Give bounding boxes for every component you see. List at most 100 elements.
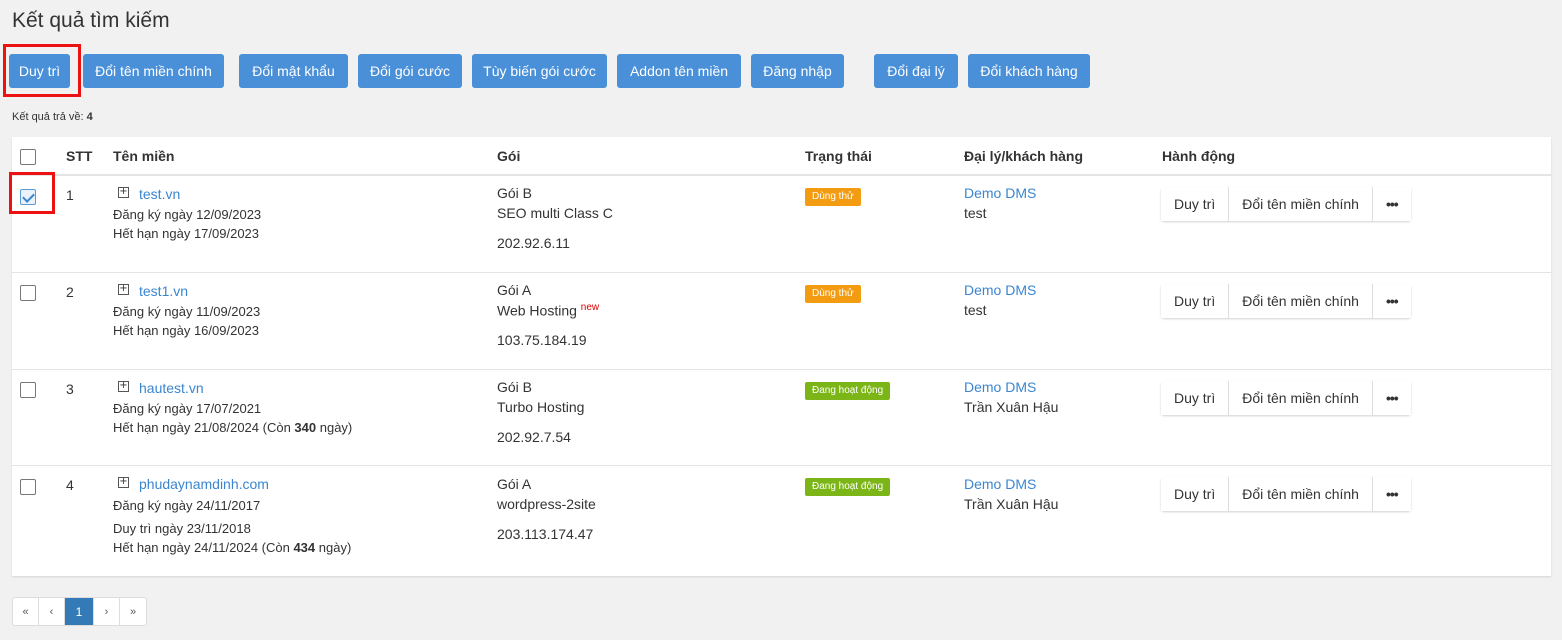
status-badge: Dùng thử: [805, 188, 861, 206]
change-agent-button[interactable]: Đổi đại lý: [874, 54, 958, 88]
package-name: Gói A: [497, 282, 532, 298]
header-status: Trạng thái: [805, 148, 872, 164]
header-actions: Hành động: [1162, 148, 1236, 164]
registered-date: Đăng ký ngày 11/09/2023: [113, 304, 261, 319]
agent-link[interactable]: Demo DMS: [964, 185, 1036, 201]
result-count-label: Kết quả trả về:: [12, 111, 84, 123]
plan-label: SEO multi Class C: [497, 205, 613, 221]
table-row: 3 + hautest.vn Đăng ký ngày 17/07/2021 H…: [12, 370, 1551, 466]
agent-link[interactable]: Demo DMS: [964, 476, 1036, 492]
expiry-label: Hết hạn ngày 21/08/2024 (Còn: [113, 420, 295, 435]
row-renew-button[interactable]: Duy trì: [1161, 477, 1230, 511]
customer-name: test: [964, 302, 987, 318]
change-main-domain-button[interactable]: Đổi tên miền chính: [83, 54, 224, 88]
change-customer-button[interactable]: Đổi khách hàng: [968, 54, 1090, 88]
row-checkbox[interactable]: [20, 479, 36, 495]
header-domain: Tên miền: [113, 148, 175, 164]
customer-name: Trần Xuân Hậu: [964, 496, 1059, 512]
expand-icon[interactable]: +: [118, 477, 129, 488]
table-header: STT Tên miền Gói Trạng thái Đại lý/khách…: [12, 137, 1551, 176]
ip-address: 202.92.7.54: [497, 429, 571, 445]
table-row: 1 + test.vn Đăng ký ngày 12/09/2023 Hết …: [12, 176, 1551, 273]
row-actions: Duy trì Đổi tên miền chính •••: [1161, 477, 1411, 511]
plan-name: Turbo Hosting: [497, 399, 584, 415]
row-actions: Duy trì Đổi tên miền chính •••: [1161, 381, 1411, 415]
ip-address: 103.75.184.19: [497, 332, 587, 348]
registered-date: Đăng ký ngày 17/07/2021: [113, 401, 262, 416]
agent-link[interactable]: Demo DMS: [964, 379, 1036, 395]
package-name: Gói B: [497, 379, 533, 395]
new-badge: new: [580, 302, 600, 313]
expiry-date: Hết hạn ngày 21/08/2024 (Còn 340 ngày): [113, 420, 352, 435]
plan-name: Web Hosting new: [497, 302, 599, 319]
renew-button[interactable]: Duy trì: [9, 54, 70, 88]
row-change-domain-button[interactable]: Đổi tên miền chính: [1229, 477, 1373, 511]
row-stt: 3: [66, 381, 74, 397]
status-badge: Dùng thử: [805, 285, 861, 303]
expiry-date: Hết hạn ngày 16/09/2023: [113, 323, 260, 338]
agent-link[interactable]: Demo DMS: [964, 282, 1036, 298]
pagination: « ‹ 1 › »: [12, 597, 147, 626]
page-title: Kết quả tìm kiếm: [12, 9, 170, 32]
domain-link[interactable]: test.vn: [139, 186, 180, 202]
more-options-icon[interactable]: •••: [1372, 187, 1411, 221]
package-name: Gói B: [497, 185, 533, 201]
header-stt: STT: [66, 148, 93, 164]
more-options-icon[interactable]: •••: [1372, 477, 1411, 511]
expand-icon[interactable]: +: [118, 187, 129, 198]
result-count: Kết quả trả về: 4: [12, 111, 93, 123]
first-page-button[interactable]: «: [13, 598, 39, 625]
plan-name: SEO multi Class C: [497, 205, 613, 221]
days-left: 434: [293, 540, 316, 555]
row-change-domain-button[interactable]: Đổi tên miền chính: [1229, 187, 1373, 221]
header-agent: Đại lý/khách hàng: [964, 148, 1084, 164]
domain-link[interactable]: hautest.vn: [139, 380, 204, 396]
last-page-button[interactable]: »: [120, 598, 146, 625]
domain-link[interactable]: phudaynamdinh.com: [139, 476, 269, 492]
expand-icon[interactable]: +: [118, 381, 129, 392]
row-change-domain-button[interactable]: Đổi tên miền chính: [1229, 284, 1373, 318]
row-renew-button[interactable]: Duy trì: [1161, 187, 1230, 221]
registered-date: Đăng ký ngày 24/11/2017: [113, 498, 261, 513]
expand-icon[interactable]: +: [118, 284, 129, 295]
change-package-button[interactable]: Đổi gói cước: [358, 54, 462, 88]
plan-label: Turbo Hosting: [497, 399, 585, 415]
plan-name: wordpress-2site: [497, 496, 596, 512]
more-options-icon[interactable]: •••: [1372, 381, 1411, 415]
more-options-icon[interactable]: •••: [1372, 284, 1411, 318]
row-renew-button[interactable]: Duy trì: [1161, 381, 1230, 415]
plan-label: wordpress-2site: [497, 496, 596, 512]
expiry-date: Hết hạn ngày 17/09/2023: [113, 226, 260, 241]
select-all-checkbox[interactable]: [20, 149, 36, 165]
table-row: 4 + phudaynamdinh.com Đăng ký ngày 24/11…: [12, 466, 1551, 576]
registered-date: Đăng ký ngày 12/09/2023: [113, 207, 262, 222]
prev-page-button[interactable]: ‹: [39, 598, 65, 625]
customize-package-button[interactable]: Tùy biến gói cước: [472, 54, 607, 88]
row-checkbox[interactable]: [20, 285, 36, 301]
login-button[interactable]: Đăng nhập: [751, 54, 844, 88]
days-suffix: ngày): [316, 420, 353, 435]
results-table: STT Tên miền Gói Trạng thái Đại lý/khách…: [12, 137, 1551, 576]
current-page-button[interactable]: 1: [65, 598, 94, 625]
days-left: 340: [294, 420, 317, 435]
row-change-domain-button[interactable]: Đổi tên miền chính: [1229, 381, 1373, 415]
change-password-button[interactable]: Đổi mật khẩu: [239, 54, 348, 88]
header-package: Gói: [497, 148, 521, 164]
ip-address: 202.92.6.11: [497, 235, 570, 251]
row-checkbox[interactable]: [20, 189, 36, 205]
row-actions: Duy trì Đổi tên miền chính •••: [1161, 187, 1411, 221]
addon-domain-button[interactable]: Addon tên miền: [617, 54, 741, 88]
customer-name: test: [964, 205, 987, 221]
status-badge: Đang hoạt động: [805, 382, 891, 400]
row-stt: 2: [66, 284, 74, 300]
row-actions: Duy trì Đổi tên miền chính •••: [1161, 284, 1411, 318]
status-badge: Đang hoạt động: [805, 478, 891, 496]
plan-label: Web Hosting: [497, 302, 577, 319]
next-page-button[interactable]: ›: [94, 598, 120, 625]
result-count-value: 4: [86, 111, 93, 123]
row-checkbox[interactable]: [20, 382, 36, 398]
expiry-label: Hết hạn ngày 24/11/2024 (Còn: [113, 540, 294, 555]
row-renew-button[interactable]: Duy trì: [1161, 284, 1230, 318]
domain-link[interactable]: test1.vn: [139, 283, 188, 299]
renewal-date: Duy trì ngày 23/11/2018: [113, 521, 251, 536]
